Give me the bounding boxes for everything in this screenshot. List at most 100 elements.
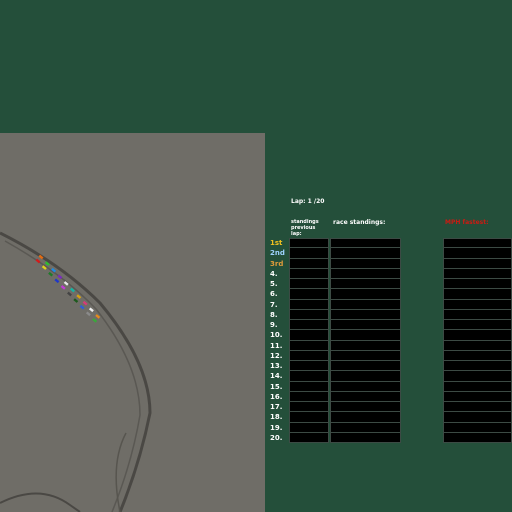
position-label: 1st bbox=[270, 239, 283, 247]
standings-cell bbox=[330, 432, 401, 443]
position-labels: 1st 2nd 3rd 4. 5. 6. 7. 8. 9. 10. 11. 12. 13. 14. 15. 1… bbox=[268, 238, 290, 443]
standings-cell bbox=[443, 330, 512, 341]
car-marker bbox=[60, 285, 66, 290]
standings-cell bbox=[443, 258, 512, 269]
standings-cell bbox=[289, 432, 329, 443]
position-label: 18. bbox=[270, 413, 283, 422]
standings-cell bbox=[330, 361, 401, 372]
standings-cell bbox=[289, 371, 329, 382]
position-label: 14. bbox=[270, 372, 283, 381]
race-standings-column bbox=[330, 238, 401, 443]
position-label: 13. bbox=[270, 362, 283, 370]
position-label: 12. bbox=[270, 351, 283, 360]
standings-cell bbox=[330, 422, 401, 433]
standings-cell bbox=[443, 279, 512, 290]
standings-cell bbox=[443, 412, 512, 423]
standings-cell bbox=[330, 289, 401, 300]
standings-cell bbox=[330, 330, 401, 341]
standings-cell bbox=[289, 350, 329, 361]
car-marker bbox=[67, 291, 72, 297]
standings-cell bbox=[443, 309, 512, 320]
standings-cell bbox=[443, 361, 512, 372]
standings-cell bbox=[289, 238, 329, 249]
mph-fastest-header: MPH fastest: bbox=[445, 219, 489, 226]
standings-cell bbox=[289, 279, 329, 290]
car-marker bbox=[73, 298, 79, 303]
standings-cell bbox=[330, 258, 401, 269]
previous-lap-standings-column bbox=[289, 238, 329, 443]
standings-cell bbox=[330, 238, 401, 249]
position-label: 20. bbox=[270, 433, 283, 442]
standings-cell bbox=[443, 299, 512, 310]
standings-cell bbox=[289, 381, 329, 392]
car-marker bbox=[48, 271, 54, 277]
standings-cell bbox=[289, 361, 329, 372]
standings-cell bbox=[330, 268, 401, 279]
race-standings-header: race standings: bbox=[333, 219, 386, 226]
car-marker bbox=[82, 300, 88, 306]
position-label: 4. bbox=[270, 269, 278, 278]
standings-cell bbox=[330, 412, 401, 423]
standings-cell bbox=[330, 320, 401, 331]
position-label: 16. bbox=[270, 392, 283, 401]
position-label: 15. bbox=[270, 382, 283, 391]
standings-cell bbox=[289, 412, 329, 423]
standings-cell bbox=[443, 268, 512, 279]
car-marker bbox=[92, 318, 98, 323]
standings-cell bbox=[443, 422, 512, 433]
standings-cell bbox=[330, 279, 401, 290]
standings-cell bbox=[443, 381, 512, 392]
position-label: 9. bbox=[270, 321, 278, 329]
lap-counter: Lap: 1 /20 bbox=[291, 198, 325, 205]
standings-cell bbox=[443, 350, 512, 361]
standings-cell bbox=[443, 248, 512, 259]
standings-cell bbox=[289, 330, 329, 341]
position-label: 2nd bbox=[270, 249, 285, 258]
standings-cell bbox=[443, 289, 512, 300]
standings-cell bbox=[443, 238, 512, 249]
car-marker bbox=[76, 294, 82, 299]
standings-cell bbox=[289, 309, 329, 320]
standings-cell bbox=[289, 340, 329, 351]
car-marker bbox=[85, 311, 91, 317]
standings-cell bbox=[289, 268, 329, 279]
standings-cell bbox=[289, 299, 329, 310]
position-label: 5. bbox=[270, 280, 278, 288]
car-marker bbox=[95, 314, 101, 319]
position-label: 7. bbox=[270, 300, 278, 309]
standings-cell bbox=[330, 381, 401, 392]
track-minimap bbox=[0, 133, 265, 512]
standings-cell bbox=[443, 320, 512, 331]
standings-cell bbox=[330, 299, 401, 310]
previous-lap-standings-header: standings previous lap: bbox=[291, 219, 319, 237]
position-label: 10. bbox=[270, 331, 283, 340]
standings-cell bbox=[289, 289, 329, 300]
position-label: 8. bbox=[270, 310, 278, 319]
standings-cell bbox=[289, 402, 329, 413]
track-outline bbox=[0, 231, 152, 512]
standings-cell bbox=[330, 340, 401, 351]
car-markers bbox=[35, 254, 101, 323]
standings-cell bbox=[443, 391, 512, 402]
standings-cell bbox=[289, 258, 329, 269]
standings-cell bbox=[289, 391, 329, 402]
position-label: 19. bbox=[270, 423, 283, 432]
standings-cell bbox=[443, 340, 512, 351]
mph-fastest-column bbox=[443, 238, 512, 443]
position-label: 17. bbox=[270, 403, 283, 411]
standings-cell bbox=[330, 371, 401, 382]
standings-cell bbox=[289, 422, 329, 433]
standings-cell bbox=[443, 402, 512, 413]
standings-cell bbox=[443, 371, 512, 382]
standings-cell bbox=[289, 248, 329, 259]
position-label: 11. bbox=[270, 341, 283, 350]
standings-cell bbox=[330, 350, 401, 361]
standings-cell bbox=[330, 309, 401, 320]
position-label: 3rd bbox=[270, 259, 284, 268]
position-label: 6. bbox=[270, 290, 278, 299]
car-marker bbox=[79, 304, 85, 310]
standings-cell bbox=[330, 248, 401, 259]
standings-cell bbox=[289, 320, 329, 331]
standings-cell bbox=[330, 402, 401, 413]
standings-cell bbox=[443, 432, 512, 443]
